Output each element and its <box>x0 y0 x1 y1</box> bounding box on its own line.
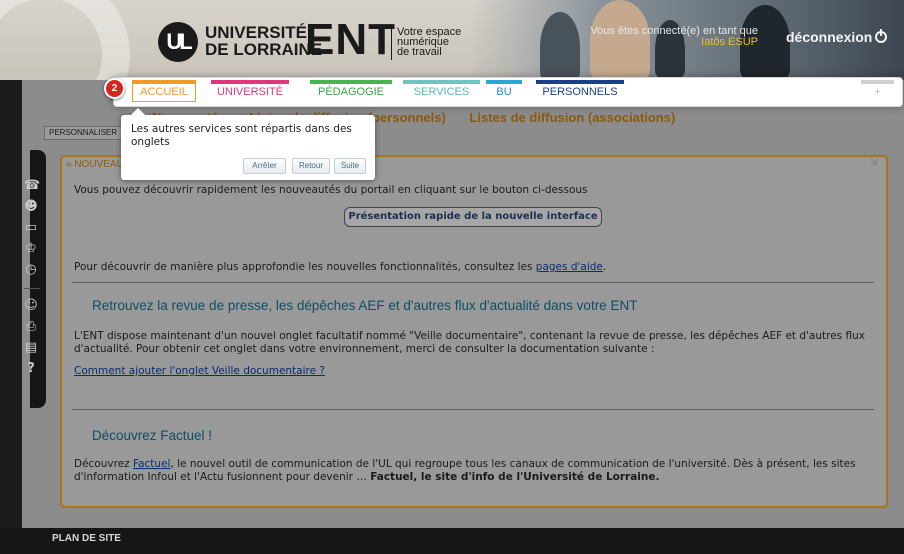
add-tab-button[interactable]: + <box>861 80 894 102</box>
tooltip-text: Les autres services sont répartis dans d… <box>131 123 352 148</box>
tab-color-bar <box>133 80 195 84</box>
tour-stop-button[interactable]: Arrêter <box>243 158 286 174</box>
veille-doc-link[interactable]: Comment ajouter l'onglet Veille document… <box>74 365 325 378</box>
user-icon[interactable]: ☻ <box>24 200 38 214</box>
tab-universite[interactable]: UNIVERSITÉ <box>211 80 289 102</box>
tour-tooltip: Les autres services sont répartis dans d… <box>121 108 375 180</box>
power-icon <box>875 29 888 43</box>
tab-personnels[interactable]: PERSONNELS <box>536 80 624 102</box>
help-text-suffix: . <box>602 261 607 273</box>
help-icon[interactable]: ? <box>24 362 38 376</box>
factuel-link[interactable]: Factuel <box>133 458 170 470</box>
ent-logo: ENT <box>305 15 396 64</box>
ent-tagline-line3: de travail <box>397 46 442 58</box>
help-text: Pour découvrir de manière plus approfond… <box>74 261 864 274</box>
user-name: Iatôs ESUP <box>701 36 758 48</box>
tab-pedagogie[interactable]: PÉDAGOGIE <box>310 80 392 102</box>
help-text-prefix: Pour découvrir de manière plus approfond… <box>74 261 536 273</box>
factuel-prefix: Découvrez <box>74 458 134 470</box>
section-text-press: L'ENT dispose maintenant d'un nouvel ong… <box>74 330 865 355</box>
expand-icon[interactable]: ⇲ <box>870 157 878 168</box>
tab-accueil[interactable]: ACCUEIL <box>132 80 196 102</box>
presentation-button[interactable]: Présentation rapide de la nouvelle inter… <box>344 207 602 227</box>
section-title-press: Retrouvez la revue de presse, les dépêch… <box>92 298 638 313</box>
divider <box>72 282 874 283</box>
factuel-bold-text: Factuel, le site d'info de l'Université … <box>370 471 660 483</box>
tab-services[interactable]: SERVICES <box>403 80 480 102</box>
tab-color-bar <box>861 80 894 84</box>
section-title-factuel: Découvrez Factuel ! <box>92 428 213 443</box>
personalize-button[interactable]: PERSONNALISER ▲ <box>44 126 133 140</box>
phone-icon[interactable]: ☎ <box>24 179 40 193</box>
graduation-icon[interactable]: ♔ <box>24 242 38 256</box>
footer <box>0 528 904 554</box>
tour-next-button[interactable]: Suite <box>334 158 366 174</box>
tab-color-bar <box>536 80 624 84</box>
header: UL UNIVERSITÉ DE LORRAINE ENT Votre espa… <box>0 0 904 80</box>
photo-person <box>540 12 580 80</box>
tab-color-bar <box>486 80 522 84</box>
section-text-factuel: Découvrez Factuel, le nouvel outil de co… <box>74 458 874 484</box>
help-pages-link[interactable]: pages d'aide <box>536 261 603 273</box>
sidebar-icons: ☎ ☻ ▭ ♔ ◷ ☺ ⎙ ▤ ? <box>0 0 46 376</box>
intro-text: Vous pouvez découvrir rapidement les nou… <box>74 184 588 196</box>
clock-icon[interactable]: ◷ <box>24 263 38 277</box>
tab-color-bar <box>310 80 392 84</box>
person-icon[interactable]: ☺ <box>24 299 38 313</box>
ent-divider <box>391 24 392 60</box>
tooltip-arrow <box>131 108 145 115</box>
tab-bu[interactable]: BU <box>486 80 522 102</box>
sidebar-divider <box>24 288 40 289</box>
card-icon[interactable]: ▭ <box>24 221 38 235</box>
site-map-link[interactable]: PLAN DE SITE <box>52 533 121 544</box>
tour-step-badge: 2 <box>104 78 125 99</box>
print-icon[interactable]: ⎙ <box>24 320 38 334</box>
subnav-item-diffusion-associations[interactable]: Listes de diffusion (associations) <box>469 110 675 125</box>
connection-status: Vous êtes connecté(e) en tant que Iatôs … <box>578 26 758 48</box>
calendar-icon[interactable]: ▤ <box>24 341 38 355</box>
tab-color-bar <box>211 80 289 84</box>
ent-tagline: Votre espace numérique de travail <box>397 27 461 58</box>
tab-color-bar <box>403 80 480 84</box>
tour-back-button[interactable]: Retour <box>292 158 330 174</box>
divider <box>72 409 874 410</box>
university-logo[interactable]: UL <box>158 22 198 62</box>
logout-button[interactable]: déconnexion <box>786 29 888 45</box>
logout-label: déconnexion <box>786 29 873 45</box>
tabs-bar: ACCUEIL UNIVERSITÉ PÉDAGOGIE SERVICES BU… <box>113 77 903 107</box>
